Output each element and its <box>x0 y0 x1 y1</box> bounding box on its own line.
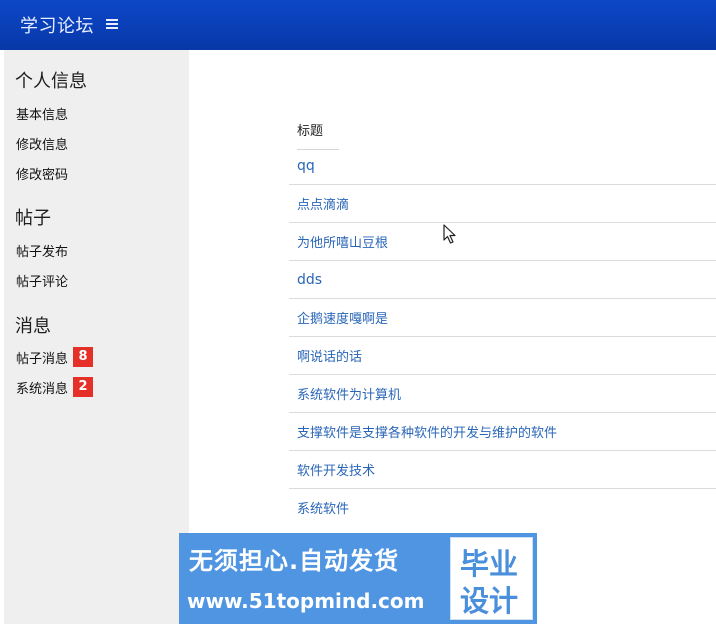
watermark-url: www.51topmind.com <box>187 589 425 613</box>
post-messages-badge: 8 <box>73 347 93 367</box>
table-row[interactable]: 为他所嘻山豆根 <box>289 223 716 261</box>
table-row[interactable]: dds <box>289 261 716 299</box>
table-row[interactable]: qq <box>289 147 716 185</box>
section-title-profile: 个人信息 <box>15 71 87 92</box>
table-row[interactable]: 软件开发技术 <box>289 451 716 489</box>
table-header-title: 标题 <box>297 120 339 150</box>
sidebar-item-post-publish[interactable]: 帖子发布 <box>16 241 68 260</box>
table-row[interactable]: 系统软件为计算机 <box>289 375 716 413</box>
section-title-posts: 帖子 <box>15 208 51 229</box>
mouse-cursor-icon <box>443 224 456 244</box>
watermark-box-line1: 毕业 <box>460 547 519 581</box>
system-messages-badge: 2 <box>73 377 93 397</box>
table-row[interactable]: 支撑软件是支撑各种软件的开发与维护的软件 <box>289 413 716 451</box>
watermark-logo-box: 毕业 设计 <box>450 537 533 620</box>
table-row[interactable]: 点点滴滴 <box>289 185 716 223</box>
sidebar-item-system-messages[interactable]: 系统消息 <box>16 378 68 397</box>
watermark-line1: 无须担心.自动发货 <box>189 547 400 575</box>
section-title-messages: 消息 <box>15 316 51 337</box>
sidebar-item-edit-info[interactable]: 修改信息 <box>16 134 68 153</box>
post-title-list: qq 点点滴滴 为他所嘻山豆根 dds 企鹅速度嘎啊是 啊说话的话 系统软件为计… <box>289 147 716 526</box>
sidebar-item-change-password[interactable]: 修改密码 <box>16 164 68 183</box>
watermark-box-line2: 设计 <box>460 584 519 618</box>
sidebar-item-basic-info[interactable]: 基本信息 <box>16 104 68 123</box>
sidebar: 个人信息 基本信息 修改信息 修改密码 帖子 帖子发布 帖子评论 消息 帖子消息… <box>4 50 189 624</box>
table-row[interactable]: 啊说话的话 <box>289 337 716 375</box>
table-row[interactable]: 系统软件 <box>289 489 716 526</box>
top-navbar: 学习论坛 <box>0 0 716 50</box>
sidebar-item-post-messages[interactable]: 帖子消息 <box>16 348 68 367</box>
table-row[interactable]: 企鹅速度嘎啊是 <box>289 299 716 337</box>
sidebar-item-post-comments[interactable]: 帖子评论 <box>16 271 68 290</box>
app-title[interactable]: 学习论坛 <box>20 12 94 38</box>
watermark-banner: 无须担心.自动发货 www.51topmind.com 毕业 设计 <box>179 533 537 624</box>
menu-icon[interactable] <box>106 18 118 30</box>
